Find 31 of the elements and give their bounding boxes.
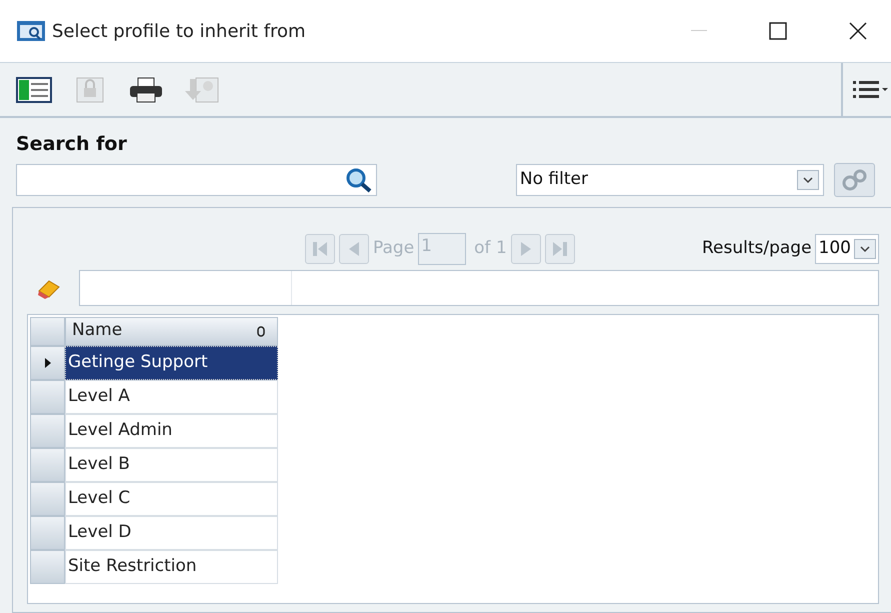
settings-button[interactable] (834, 162, 875, 196)
search-icon[interactable] (344, 166, 373, 192)
sort-icon (257, 325, 265, 337)
column-filter-field[interactable] (79, 270, 879, 306)
results-per-page-label: Results/page (702, 236, 812, 260)
filter-dropdown[interactable]: No filter (516, 164, 824, 196)
table-cell[interactable]: Level A (65, 380, 278, 414)
table-cell[interactable]: Level Admin (65, 414, 278, 448)
skip-forward-icon (550, 240, 569, 258)
gears-icon (840, 168, 868, 192)
row-header (30, 316, 65, 346)
table-cell[interactable]: Site Restriction (65, 550, 278, 584)
search-field[interactable] (16, 164, 377, 196)
skip-back-icon (311, 240, 329, 258)
table-cell[interactable]: Level C (65, 482, 278, 516)
maximize-icon[interactable] (769, 22, 787, 40)
table-cell[interactable]: Getinge Support (65, 346, 278, 380)
row-header[interactable] (30, 346, 65, 380)
page-count-label: of 1 (474, 236, 507, 260)
printer-icon[interactable] (128, 76, 164, 102)
table-cell[interactable]: Level B (65, 448, 278, 482)
app-icon (16, 19, 46, 43)
close-icon[interactable] (849, 22, 867, 40)
grid-view-icon[interactable] (16, 76, 52, 102)
window-title: Select profile to inherit from (52, 20, 306, 44)
page-label: Page (373, 236, 414, 260)
current-row-icon (44, 358, 50, 368)
search-label: Search for (16, 132, 128, 157)
minimize-icon[interactable] (691, 29, 707, 33)
column-header[interactable]: Name (65, 316, 278, 346)
table-cell[interactable]: Level D (65, 516, 278, 550)
